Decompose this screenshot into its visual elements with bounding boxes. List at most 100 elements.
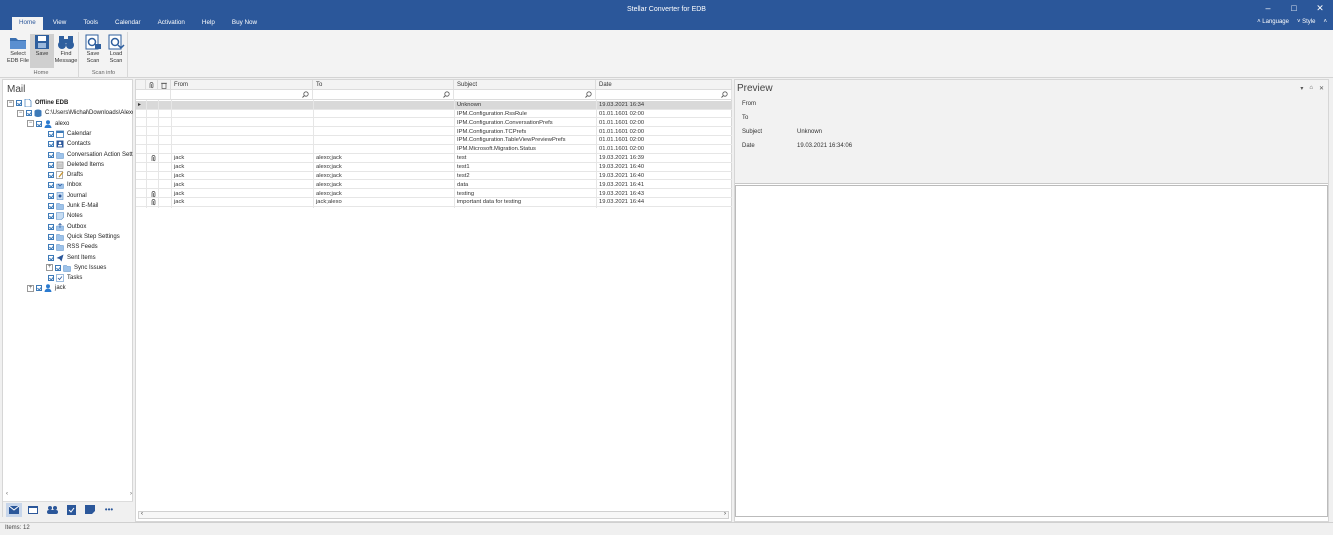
more-icon[interactable]: ••• bbox=[101, 503, 117, 517]
ribbon-collapse-button[interactable]: ˄ bbox=[1323, 19, 1327, 25]
scroll-right-button[interactable]: › bbox=[724, 511, 726, 517]
scroll-right-button[interactable]: › bbox=[130, 491, 132, 497]
tree-item-alexo[interactable]: − alexo bbox=[27, 119, 69, 129]
minimize-button[interactable]: – bbox=[1261, 3, 1275, 14]
folder-checkbox[interactable] bbox=[48, 182, 54, 189]
nav-tasks-button[interactable] bbox=[63, 503, 79, 517]
to-filter-input[interactable] bbox=[313, 90, 454, 100]
folder-checkbox[interactable] bbox=[48, 130, 54, 137]
find-message-button[interactable]: Find Message bbox=[54, 34, 78, 64]
tree-item-calendar[interactable]: Calendar bbox=[46, 129, 91, 139]
close-button[interactable]: ✕ bbox=[1313, 3, 1327, 14]
select-edb-file-button[interactable]: Select EDB File bbox=[6, 34, 30, 64]
table-row[interactable]: IPM.Microsoft.Migration.Status 01.01.1601… bbox=[136, 145, 732, 154]
save-scan-button[interactable]: Save Scan bbox=[81, 34, 105, 64]
expand-toggle[interactable]: + bbox=[46, 264, 53, 272]
preview-close-button[interactable]: ✕ bbox=[1319, 85, 1324, 92]
expand-toggle[interactable]: − bbox=[7, 99, 14, 107]
folder-checkbox[interactable] bbox=[26, 110, 32, 117]
folder-checkbox[interactable] bbox=[48, 213, 54, 220]
folder-checkbox[interactable] bbox=[48, 254, 54, 261]
tree-item-journal[interactable]: Journal bbox=[46, 191, 87, 201]
deleted-column-header[interactable] bbox=[158, 80, 171, 90]
folder-checkbox[interactable] bbox=[48, 275, 54, 282]
date-filter-input[interactable] bbox=[596, 90, 732, 100]
tree-item-jack[interactable]: + jack bbox=[27, 283, 66, 293]
table-row[interactable]: jack alexo;jack testing 19.03.2021 16:43 bbox=[136, 190, 732, 199]
date-column-header[interactable]: Date bbox=[596, 80, 732, 90]
folder-checkbox[interactable] bbox=[16, 100, 22, 106]
folder-checkbox[interactable] bbox=[48, 192, 54, 199]
table-row[interactable]: jack alexo;jack data 19.03.2021 16:41 bbox=[136, 181, 732, 190]
expand-toggle[interactable]: − bbox=[27, 120, 34, 128]
tree-item-deleted-items[interactable]: Deleted Items bbox=[46, 160, 104, 170]
tree-item-rss-feeds[interactable]: RSS Feeds bbox=[46, 242, 98, 252]
tree-item-sync-issues[interactable]: + Sync Issues bbox=[46, 263, 106, 273]
tab-tools[interactable]: Tools bbox=[76, 17, 105, 30]
nav-calendar-button[interactable] bbox=[25, 503, 41, 517]
folder-checkbox[interactable] bbox=[48, 172, 54, 179]
preview-pin-button[interactable]: ⌂ bbox=[1309, 85, 1313, 92]
language-menu[interactable]: ˄ Language bbox=[1257, 19, 1289, 25]
maximize-button[interactable]: □ bbox=[1287, 3, 1301, 14]
tree-item-conversation-action-settings[interactable]: Conversation Action Settings bbox=[46, 150, 133, 160]
tab-home[interactable]: Home bbox=[12, 17, 43, 30]
from-filter-input[interactable] bbox=[171, 90, 313, 100]
folder-checkbox[interactable] bbox=[36, 120, 42, 127]
scroll-left-button[interactable]: ‹ bbox=[141, 511, 143, 517]
tree-item-notes[interactable]: Notes bbox=[46, 211, 83, 221]
folder-checkbox[interactable] bbox=[36, 285, 42, 292]
tree-item-inbox[interactable]: Inbox bbox=[46, 180, 82, 190]
folder-checkbox[interactable] bbox=[48, 151, 54, 158]
nav-mail-button[interactable] bbox=[6, 502, 22, 517]
tree-item-contacts[interactable]: Contacts bbox=[46, 139, 91, 149]
journal-icon bbox=[56, 191, 64, 200]
table-row[interactable]: jack alexo;jack test2 19.03.2021 16:40 bbox=[136, 172, 732, 181]
subject-column-header[interactable]: Subject bbox=[454, 80, 596, 90]
style-menu[interactable]: ˅ Style bbox=[1297, 19, 1316, 25]
tree-item-outbox[interactable]: Outbox bbox=[46, 222, 86, 232]
tree-item-offline-edb[interactable]: − Offline EDB bbox=[7, 98, 68, 108]
table-row[interactable]: IPM.Configuration.ConversationPrefs 01.01… bbox=[136, 119, 732, 128]
tab-activation[interactable]: Activation bbox=[151, 17, 192, 30]
expand-toggle[interactable]: − bbox=[17, 109, 24, 117]
folder-checkbox[interactable] bbox=[48, 244, 54, 251]
tab-buy-now[interactable]: Buy Now bbox=[225, 17, 264, 30]
tree-item-tasks[interactable]: Tasks bbox=[46, 273, 82, 283]
scroll-left-button[interactable]: ‹ bbox=[6, 491, 8, 497]
preview-dropdown-button[interactable]: ▾ bbox=[1300, 85, 1303, 92]
load-scan-button[interactable]: Load Scan bbox=[104, 34, 128, 64]
table-row[interactable]: IPM.Configuration.TCPrefs 01.01.1601 02:0… bbox=[136, 128, 732, 137]
to-column-header[interactable]: To bbox=[313, 80, 454, 90]
folder-checkbox[interactable] bbox=[48, 203, 54, 209]
tree-item-junk-e-mail[interactable]: Junk E-Mail bbox=[46, 201, 98, 211]
tab-view[interactable]: View bbox=[46, 17, 74, 30]
table-row[interactable]: ▸ Unknown 19.03.2021 16:34 bbox=[136, 101, 732, 110]
nav-people-button[interactable] bbox=[44, 503, 60, 517]
to-cell bbox=[313, 137, 454, 144]
folder-checkbox[interactable] bbox=[48, 223, 54, 230]
from-column-header[interactable]: From bbox=[171, 80, 313, 90]
folder-tree-scrollbar[interactable]: ‹ › bbox=[6, 491, 132, 498]
tree-item-quick-step-settings[interactable]: Quick Step Settings bbox=[46, 232, 120, 242]
table-row[interactable]: IPM.Configuration.RssRule 01.01.1601 02:0… bbox=[136, 110, 732, 119]
table-row[interactable]: jack alexo;jack test 19.03.2021 16:39 bbox=[136, 154, 732, 163]
tab-help[interactable]: Help bbox=[195, 17, 222, 30]
tree-item-drafts[interactable]: Drafts bbox=[46, 170, 83, 180]
nav-notes-button[interactable] bbox=[82, 503, 98, 517]
tab-calendar[interactable]: Calendar bbox=[108, 17, 148, 30]
table-row[interactable]: jack alexo;jack test1 19.03.2021 16:40 bbox=[136, 163, 732, 172]
tree-item-c-users-micha-downloads-alexo[interactable]: − C:\Users\Michał\Downloads\Alexo bbox=[17, 108, 133, 118]
tree-item-sent-items[interactable]: Sent Items bbox=[46, 253, 96, 263]
folder-checkbox[interactable] bbox=[48, 141, 54, 148]
save-button[interactable]: Save bbox=[30, 34, 54, 68]
subject-filter-input[interactable] bbox=[454, 90, 596, 100]
message-list-scrollbar[interactable]: ‹ › bbox=[138, 511, 729, 519]
table-row[interactable]: IPM.Configuration.TableViewPreviewPrefs 0… bbox=[136, 136, 732, 145]
expand-toggle[interactable]: + bbox=[27, 284, 34, 292]
attachment-column-header[interactable] bbox=[146, 80, 158, 90]
folder-checkbox[interactable] bbox=[55, 264, 61, 271]
table-row[interactable]: jack jack;alexo important data for testing… bbox=[136, 198, 732, 207]
folder-checkbox[interactable] bbox=[48, 233, 54, 240]
folder-checkbox[interactable] bbox=[48, 161, 54, 168]
